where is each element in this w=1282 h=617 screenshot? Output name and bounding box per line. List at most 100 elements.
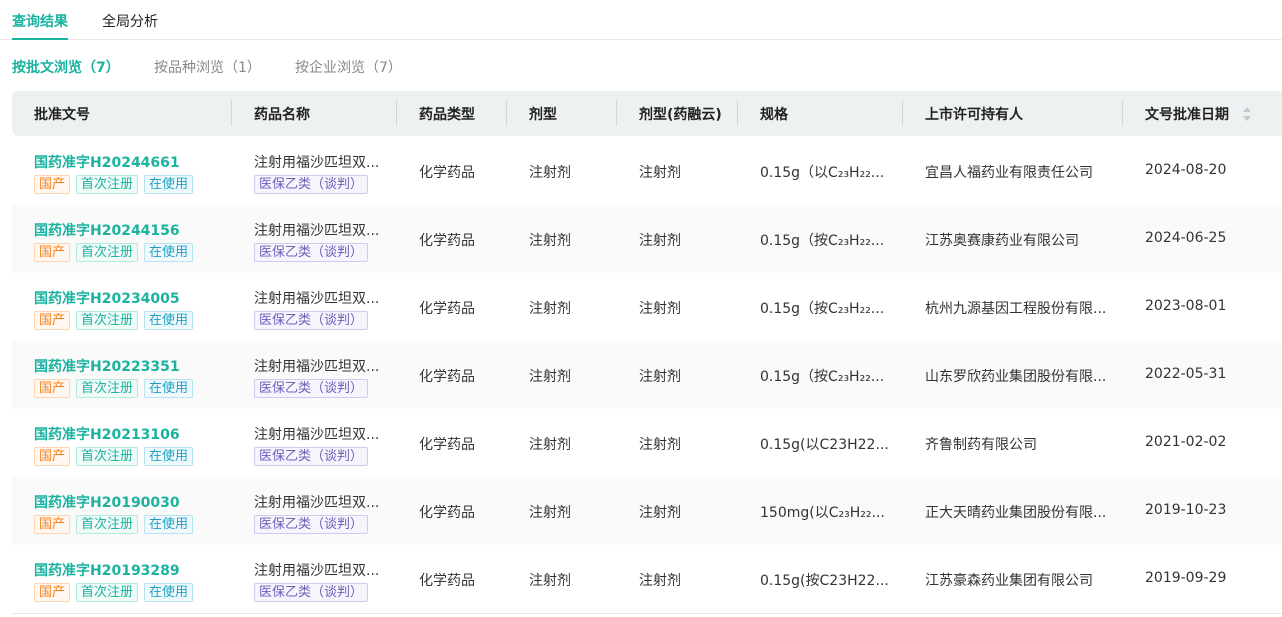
tag-insurance: 医保乙类（谈判）	[254, 447, 369, 466]
spec: 0.15g(以C23H22...	[760, 437, 889, 453]
table-bottom-border	[12, 613, 1282, 614]
column-divider[interactable]	[396, 100, 397, 126]
approval-number-link[interactable]: 国药准字H20213106	[34, 424, 180, 444]
column-header-dosage-form-2: 剂型(药融云)	[639, 107, 722, 123]
subtab-by-approval[interactable]: 按批文浏览（7）	[12, 57, 120, 77]
tag-status: 在使用	[144, 311, 194, 330]
spec: 0.15g（以C₂₃H₂₂...	[760, 165, 885, 181]
dosage-form-2: 注射剂	[639, 301, 681, 317]
sort-icon[interactable]	[1242, 105, 1252, 123]
dosage-form-2: 注射剂	[639, 233, 681, 249]
approval-number-link[interactable]: 国药准字H20193289	[34, 560, 180, 580]
column-header-holder: 上市许可持有人	[925, 107, 1023, 123]
drug-type: 化学药品	[419, 165, 475, 181]
tag-origin: 国产	[34, 175, 71, 194]
tag-origin: 国产	[34, 379, 71, 398]
dosage-form: 注射剂	[529, 437, 571, 453]
holder: 宜昌人福药业有限责任公司	[925, 165, 1093, 181]
column-header-approval-no: 批准文号	[34, 107, 90, 123]
tag-origin: 国产	[34, 243, 71, 262]
column-header-approval-date[interactable]: 文号批准日期	[1145, 104, 1229, 124]
approval-number-link[interactable]: 国药准字H20223351	[34, 356, 180, 376]
table-row[interactable]: 国药准字H20193289 国产 首次注册 在使用 注射用福沙匹坦双... 医保…	[12, 545, 1282, 613]
drug-name: 注射用福沙匹坦双...	[254, 563, 380, 579]
table-row[interactable]: 国药准字H20234005 国产 首次注册 在使用 注射用福沙匹坦双... 医保…	[12, 273, 1282, 341]
tag-group: 国产 首次注册 在使用	[34, 243, 194, 262]
approval-date: 2022-05-31	[1145, 366, 1227, 382]
column-divider[interactable]	[506, 100, 507, 126]
tag-group: 国产 首次注册 在使用	[34, 447, 194, 466]
approval-number-link[interactable]: 国药准字H20190030	[34, 492, 180, 512]
tab-query-results[interactable]: 查询结果	[12, 11, 68, 40]
drug-name: 注射用福沙匹坦双...	[254, 223, 380, 239]
tag-insurance: 医保乙类（谈判）	[254, 515, 369, 534]
approval-number-link[interactable]: 国药准字H20244156	[34, 220, 180, 240]
spec: 0.15g（按C₂₃H₂₂...	[760, 369, 885, 385]
table-row[interactable]: 国药准字H20244156 国产 首次注册 在使用 注射用福沙匹坦双... 医保…	[12, 205, 1282, 273]
drug-name: 注射用福沙匹坦双...	[254, 291, 380, 307]
tag-status: 在使用	[144, 515, 194, 534]
tag-status: 在使用	[144, 379, 194, 398]
drug-type: 化学药品	[419, 505, 475, 521]
column-header-spec: 规格	[760, 107, 788, 123]
main-tabs: 查询结果 全局分析	[0, 0, 1282, 40]
holder: 正大天晴药业集团股份有限...	[925, 505, 1107, 521]
table-row[interactable]: 国药准字H20223351 国产 首次注册 在使用 注射用福沙匹坦双... 医保…	[12, 341, 1282, 409]
tag-status: 在使用	[144, 175, 194, 194]
approval-number-link[interactable]: 国药准字H20244661	[34, 152, 180, 172]
approval-date: 2021-02-02	[1145, 434, 1227, 450]
tag-origin: 国产	[34, 515, 71, 534]
tag-registration: 首次注册	[76, 379, 139, 398]
subtab-by-company[interactable]: 按企业浏览（7）	[295, 57, 402, 77]
column-header-dosage-form: 剂型	[529, 107, 557, 123]
tag-insurance: 医保乙类（谈判）	[254, 243, 369, 262]
spec: 0.15g(按C23H22...	[760, 573, 889, 589]
holder: 杭州九源基因工程股份有限...	[925, 301, 1107, 317]
tag-status: 在使用	[144, 243, 194, 262]
tab-global-analysis[interactable]: 全局分析	[102, 11, 158, 31]
tag-origin: 国产	[34, 311, 71, 330]
dosage-form: 注射剂	[529, 233, 571, 249]
tag-group: 国产 首次注册 在使用	[34, 175, 194, 194]
drug-type: 化学药品	[419, 573, 475, 589]
dosage-form: 注射剂	[529, 573, 571, 589]
column-divider[interactable]	[231, 100, 232, 126]
drug-name: 注射用福沙匹坦双...	[254, 495, 380, 511]
approval-date: 2019-10-23	[1145, 502, 1227, 518]
tag-insurance: 医保乙类（谈判）	[254, 379, 369, 398]
column-divider[interactable]	[902, 100, 903, 126]
column-divider[interactable]	[1122, 100, 1123, 126]
tag-status: 在使用	[144, 447, 194, 466]
table-row[interactable]: 国药准字H20244661 国产 首次注册 在使用 注射用福沙匹坦双... 医保…	[12, 137, 1282, 205]
drug-type: 化学药品	[419, 301, 475, 317]
column-divider[interactable]	[737, 100, 738, 126]
drug-type: 化学药品	[419, 369, 475, 385]
approval-number-link[interactable]: 国药准字H20234005	[34, 288, 180, 308]
tag-group: 国产 首次注册 在使用	[34, 583, 194, 602]
subtab-by-variety[interactable]: 按品种浏览（1）	[154, 57, 261, 77]
column-header-drug-name: 药品名称	[254, 107, 310, 123]
approval-date: 2024-08-20	[1145, 162, 1227, 178]
holder: 山东罗欣药业集团股份有限...	[925, 369, 1107, 385]
drug-name: 注射用福沙匹坦双...	[254, 427, 380, 443]
spec: 0.15g（按C₂₃H₂₂...	[760, 301, 885, 317]
dosage-form: 注射剂	[529, 369, 571, 385]
column-divider[interactable]	[616, 100, 617, 126]
tag-registration: 首次注册	[76, 583, 139, 602]
drug-name: 注射用福沙匹坦双...	[254, 155, 380, 171]
tag-registration: 首次注册	[76, 175, 139, 194]
table-row[interactable]: 国药准字H20190030 国产 首次注册 在使用 注射用福沙匹坦双... 医保…	[12, 477, 1282, 545]
spec: 0.15g（按C₂₃H₂₂...	[760, 233, 885, 249]
column-header-drug-type: 药品类型	[419, 107, 475, 123]
tag-status: 在使用	[144, 583, 194, 602]
spec: 150mg(以C₂₃H₂₂...	[760, 505, 885, 521]
drug-type: 化学药品	[419, 437, 475, 453]
holder: 江苏奥赛康药业有限公司	[925, 233, 1079, 249]
tag-insurance: 医保乙类（谈判）	[254, 311, 369, 330]
dosage-form-2: 注射剂	[639, 505, 681, 521]
tag-group: 国产 首次注册 在使用	[34, 379, 194, 398]
dosage-form: 注射剂	[529, 301, 571, 317]
drug-type: 化学药品	[419, 233, 475, 249]
dosage-form-2: 注射剂	[639, 437, 681, 453]
table-row[interactable]: 国药准字H20213106 国产 首次注册 在使用 注射用福沙匹坦双... 医保…	[12, 409, 1282, 477]
